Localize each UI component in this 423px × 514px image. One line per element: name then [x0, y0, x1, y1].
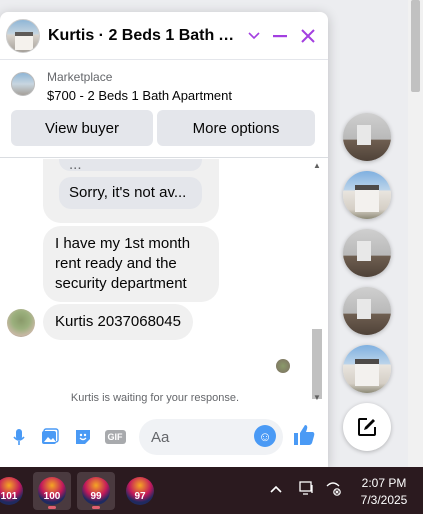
waiting-notice: Kurtis is waiting for your response. — [70, 392, 240, 404]
chat-title[interactable]: Kurtis · 2 Beds 1 Bath Apar... — [48, 27, 244, 45]
sender-avatar[interactable] — [7, 309, 35, 337]
emoji-icon[interactable]: ☺ — [254, 425, 276, 447]
taskbar-app[interactable]: 100 — [33, 472, 71, 510]
network-disconnected-icon[interactable] — [325, 480, 341, 499]
new-message-button[interactable] — [343, 403, 391, 451]
app-badge-icon: 101 — [0, 477, 23, 505]
taskbar: 101 100 99 97 2:07 PM 7/3/2025 — [0, 467, 423, 514]
scroll-down-arrow-icon[interactable]: ▼ — [312, 393, 322, 402]
scroll-up-arrow-icon[interactable]: ▲ — [312, 161, 322, 170]
microphone-icon[interactable] — [9, 427, 29, 447]
message-bubble[interactable]: Kurtis 2037068045 — [43, 304, 193, 340]
taskbar-app[interactable]: 99 — [77, 472, 115, 510]
chat-head-avatar[interactable] — [343, 229, 391, 277]
compose-icon — [358, 418, 376, 436]
listing-panel: Marketplace $700 - 2 Beds 1 Bath Apartme… — [0, 60, 328, 158]
app-badge-icon: 99 — [82, 477, 110, 505]
quoted-message: Sorry, it's not av... — [59, 177, 202, 209]
chevron-up-icon[interactable] — [270, 481, 282, 497]
chat-head-avatar[interactable] — [343, 113, 391, 161]
view-buyer-button[interactable]: View buyer — [11, 110, 153, 146]
listing-kicker: Marketplace — [47, 70, 113, 84]
message-scrollbar-thumb[interactable] — [312, 329, 322, 399]
message-list[interactable]: ... Sorry, it's not av... I have my 1st … — [0, 159, 328, 407]
like-thumb-icon[interactable] — [292, 423, 316, 453]
sticker-icon[interactable] — [73, 427, 93, 447]
app-badge-icon: 97 — [126, 477, 154, 505]
listing-name[interactable]: $700 - 2 Beds 1 Bath Apartment — [47, 88, 232, 103]
chat-header[interactable]: Kurtis · 2 Beds 1 Bath Apar... — [0, 12, 328, 60]
gif-label: GIF — [104, 430, 126, 444]
chat-head-avatar[interactable] — [343, 287, 391, 335]
seen-indicator-avatar — [276, 359, 290, 373]
chat-window: Kurtis · 2 Beds 1 Bath Apar... Marketpla… — [0, 12, 328, 467]
chat-head-avatar[interactable] — [343, 345, 391, 393]
gif-icon[interactable]: GIF — [104, 427, 126, 447]
listing-thumbnail[interactable] — [11, 72, 35, 96]
composer: GIF Aa ☺ — [0, 417, 328, 457]
clock-time: 2:07 PM — [361, 476, 407, 490]
quoted-message: ... — [59, 159, 202, 173]
message-bubble[interactable]: I have my 1st month rent ready and the s… — [43, 226, 219, 302]
chat-head-avatar[interactable] — [343, 171, 391, 219]
clock-date: 7/3/2025 — [360, 493, 408, 507]
listing-avatar[interactable] — [6, 18, 40, 53]
taskbar-app[interactable]: 101 — [0, 472, 28, 510]
close-icon[interactable] — [296, 24, 320, 48]
display-icon[interactable] — [299, 480, 315, 499]
taskbar-app[interactable]: 97 — [121, 472, 159, 510]
photo-icon[interactable] — [40, 427, 60, 447]
message-scrollbar[interactable]: ▲ ▼ — [310, 159, 324, 419]
app-badge-icon: 100 — [38, 477, 66, 505]
system-clock[interactable]: 2:07 PM 7/3/2025 — [350, 475, 418, 509]
page-scrollbar-thumb[interactable] — [411, 0, 420, 92]
more-options-button[interactable]: More options — [157, 110, 315, 146]
chevron-down-icon[interactable] — [242, 24, 266, 48]
minimize-icon[interactable] — [268, 24, 292, 48]
page-scrollbar[interactable] — [408, 0, 423, 467]
